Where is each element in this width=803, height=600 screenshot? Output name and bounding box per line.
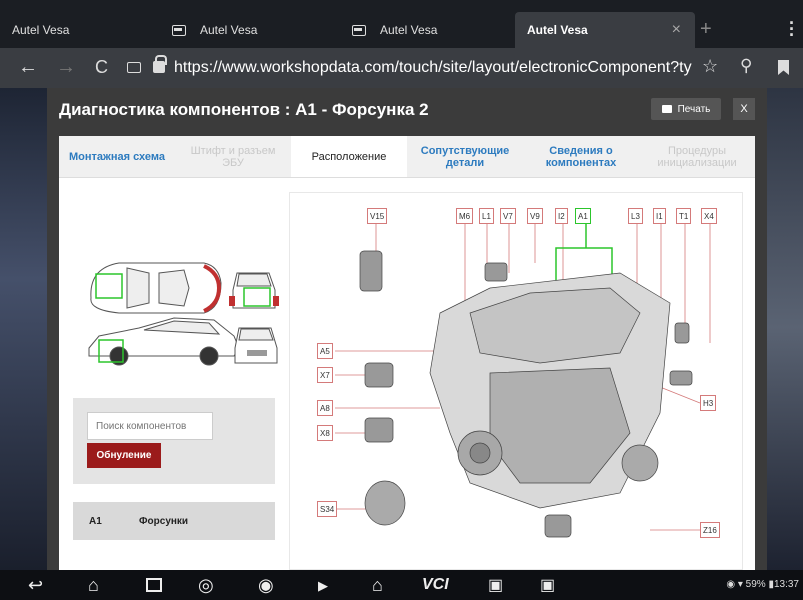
camera-icon[interactable]: ◉ — [258, 575, 274, 596]
diagram-label[interactable]: I2 — [555, 208, 568, 224]
page-favicon-icon — [172, 24, 186, 36]
component-search-input[interactable] — [87, 412, 213, 440]
component-name: Форсунки — [139, 515, 189, 527]
tab-title: Autel Vesa — [12, 23, 70, 37]
car-user-icon[interactable]: ▣ — [540, 575, 555, 595]
close-tab-icon[interactable]: × — [672, 21, 681, 39]
browser-tab[interactable]: Autel Vesa — [340, 12, 515, 48]
chrome-icon[interactable]: ◎ — [198, 575, 214, 596]
diagram-label[interactable]: X4 — [701, 208, 717, 224]
diagram-label[interactable]: Z16 — [700, 522, 720, 538]
video-icon[interactable]: ▶ — [318, 578, 328, 594]
diagram-label[interactable]: A5 — [317, 343, 333, 359]
tab-ecu-pin: Штифт и разъем ЭБУ — [190, 144, 276, 169]
car-front-view — [234, 327, 278, 364]
vci-icon[interactable]: VCI — [422, 576, 449, 594]
search-icon[interactable]: ⚲ — [740, 56, 752, 76]
tab-wiring-diagram[interactable]: Монтажная схема — [59, 136, 175, 177]
tab-title: Autel Vesa — [527, 23, 588, 37]
address-bar: ← → C https://www.workshopdata.com/touch… — [0, 48, 803, 88]
tab-title: Autel Vesa — [200, 23, 258, 37]
battery-level: 59% — [745, 579, 766, 590]
browser-tab-bar: Autel Vesa Autel Vesa Autel Vesa Autel V… — [0, 0, 803, 48]
lock-icon — [153, 55, 167, 73]
tab-location[interactable]: Расположение — [291, 136, 407, 177]
reset-button[interactable]: Обнуление — [87, 443, 161, 468]
new-tab-button[interactable]: + — [700, 18, 712, 41]
browser-tab[interactable]: Autel Vesa — [0, 12, 160, 48]
diagram-label[interactable]: X8 — [317, 425, 333, 441]
system-nav-bar: ↩ ⌂ ◎ ◉ ▶ ⌂ VCI ▣ ▣ ◉ ▾ 59% ▮13:37 — [0, 570, 803, 600]
car-side-view — [88, 317, 240, 366]
car-top-view — [90, 262, 222, 314]
tab-related-parts[interactable]: Сопутствующие детали — [407, 136, 523, 177]
tab-title: Autel Vesa — [380, 23, 438, 37]
printer-icon — [661, 105, 672, 113]
diagram-label[interactable]: L1 — [479, 208, 494, 224]
back-icon[interactable]: ↩ — [28, 575, 43, 596]
url-field[interactable]: https://www.workshopdata.com/touch/site/… — [174, 59, 694, 77]
bookmark-star-icon[interactable]: ☆ — [702, 56, 718, 77]
page-favicon-icon — [352, 24, 366, 36]
diagram-label[interactable]: I1 — [653, 208, 666, 224]
back-arrow-icon[interactable]: ← — [18, 56, 38, 79]
diagram-label[interactable]: A8 — [317, 400, 333, 416]
tab-initialization: Процедуры инициализации — [657, 144, 737, 169]
engine-illustration — [335, 221, 711, 538]
reload-icon[interactable]: C — [95, 57, 108, 78]
content-area: Монтажная схема Штифт и разъем ЭБУ Распо… — [59, 136, 755, 570]
diagram-label[interactable]: S34 — [317, 501, 338, 517]
content-tabs: Монтажная схема Штифт и разъем ЭБУ Распо… — [59, 136, 755, 178]
home-icon[interactable]: ⌂ — [88, 575, 99, 596]
diagram-label[interactable]: H3 — [700, 395, 717, 411]
engine-location-diagram: V15 M6 L1 V7 V9 I2 A1 L3 I1 T1 X4 A5 X7 … — [289, 192, 743, 570]
diagram-label[interactable]: L3 — [628, 208, 643, 224]
site-favicon-icon — [127, 62, 141, 73]
status-indicators: ◉ ▾ 59% ▮13:37 — [726, 579, 799, 590]
car-rear-view — [229, 272, 279, 309]
wifi-icon: ◉ ▾ — [726, 579, 743, 590]
diagram-label[interactable]: M6 — [456, 208, 474, 224]
print-label: Печать — [677, 103, 711, 115]
close-dialog-button[interactable]: X — [733, 98, 755, 120]
diagram-label-selected[interactable]: A1 — [575, 208, 591, 224]
tab-component-info[interactable]: Сведения о компонентах — [523, 136, 639, 177]
diagram-label[interactable]: V7 — [500, 208, 516, 224]
car-check-icon[interactable]: ▣ — [488, 575, 503, 595]
component-code: A1 — [89, 515, 102, 527]
clock: 13:37 — [773, 579, 799, 590]
print-button[interactable]: Печать — [651, 98, 721, 120]
vehicle-location-views — [88, 262, 279, 366]
browser-tab-active[interactable]: Autel Vesa × — [515, 12, 695, 48]
forward-arrow-icon[interactable]: → — [56, 56, 76, 79]
diagram-label[interactable]: X7 — [317, 367, 333, 383]
diagram-label[interactable]: T1 — [676, 208, 692, 224]
left-column: Обнуление A1 Форсунки — [59, 178, 289, 570]
diagram-label[interactable]: V9 — [527, 208, 543, 224]
diagram-label[interactable]: V15 — [367, 208, 388, 224]
bookmark-icon[interactable] — [778, 60, 789, 75]
menu-kebab-icon[interactable]: · · · — [789, 14, 795, 44]
component-list-item[interactable]: A1 Форсунки — [73, 502, 275, 540]
browser-tab[interactable]: Autel Vesa — [160, 12, 340, 48]
component-search-panel: Обнуление — [73, 398, 275, 484]
autel-home-icon[interactable]: ⌂ — [372, 575, 383, 596]
page-title: Диагностика компонентов : А1 - Форсунка … — [59, 100, 429, 119]
component-dialog: Диагностика компонентов : А1 - Форсунка … — [47, 88, 767, 570]
recent-apps-icon[interactable] — [146, 578, 162, 592]
